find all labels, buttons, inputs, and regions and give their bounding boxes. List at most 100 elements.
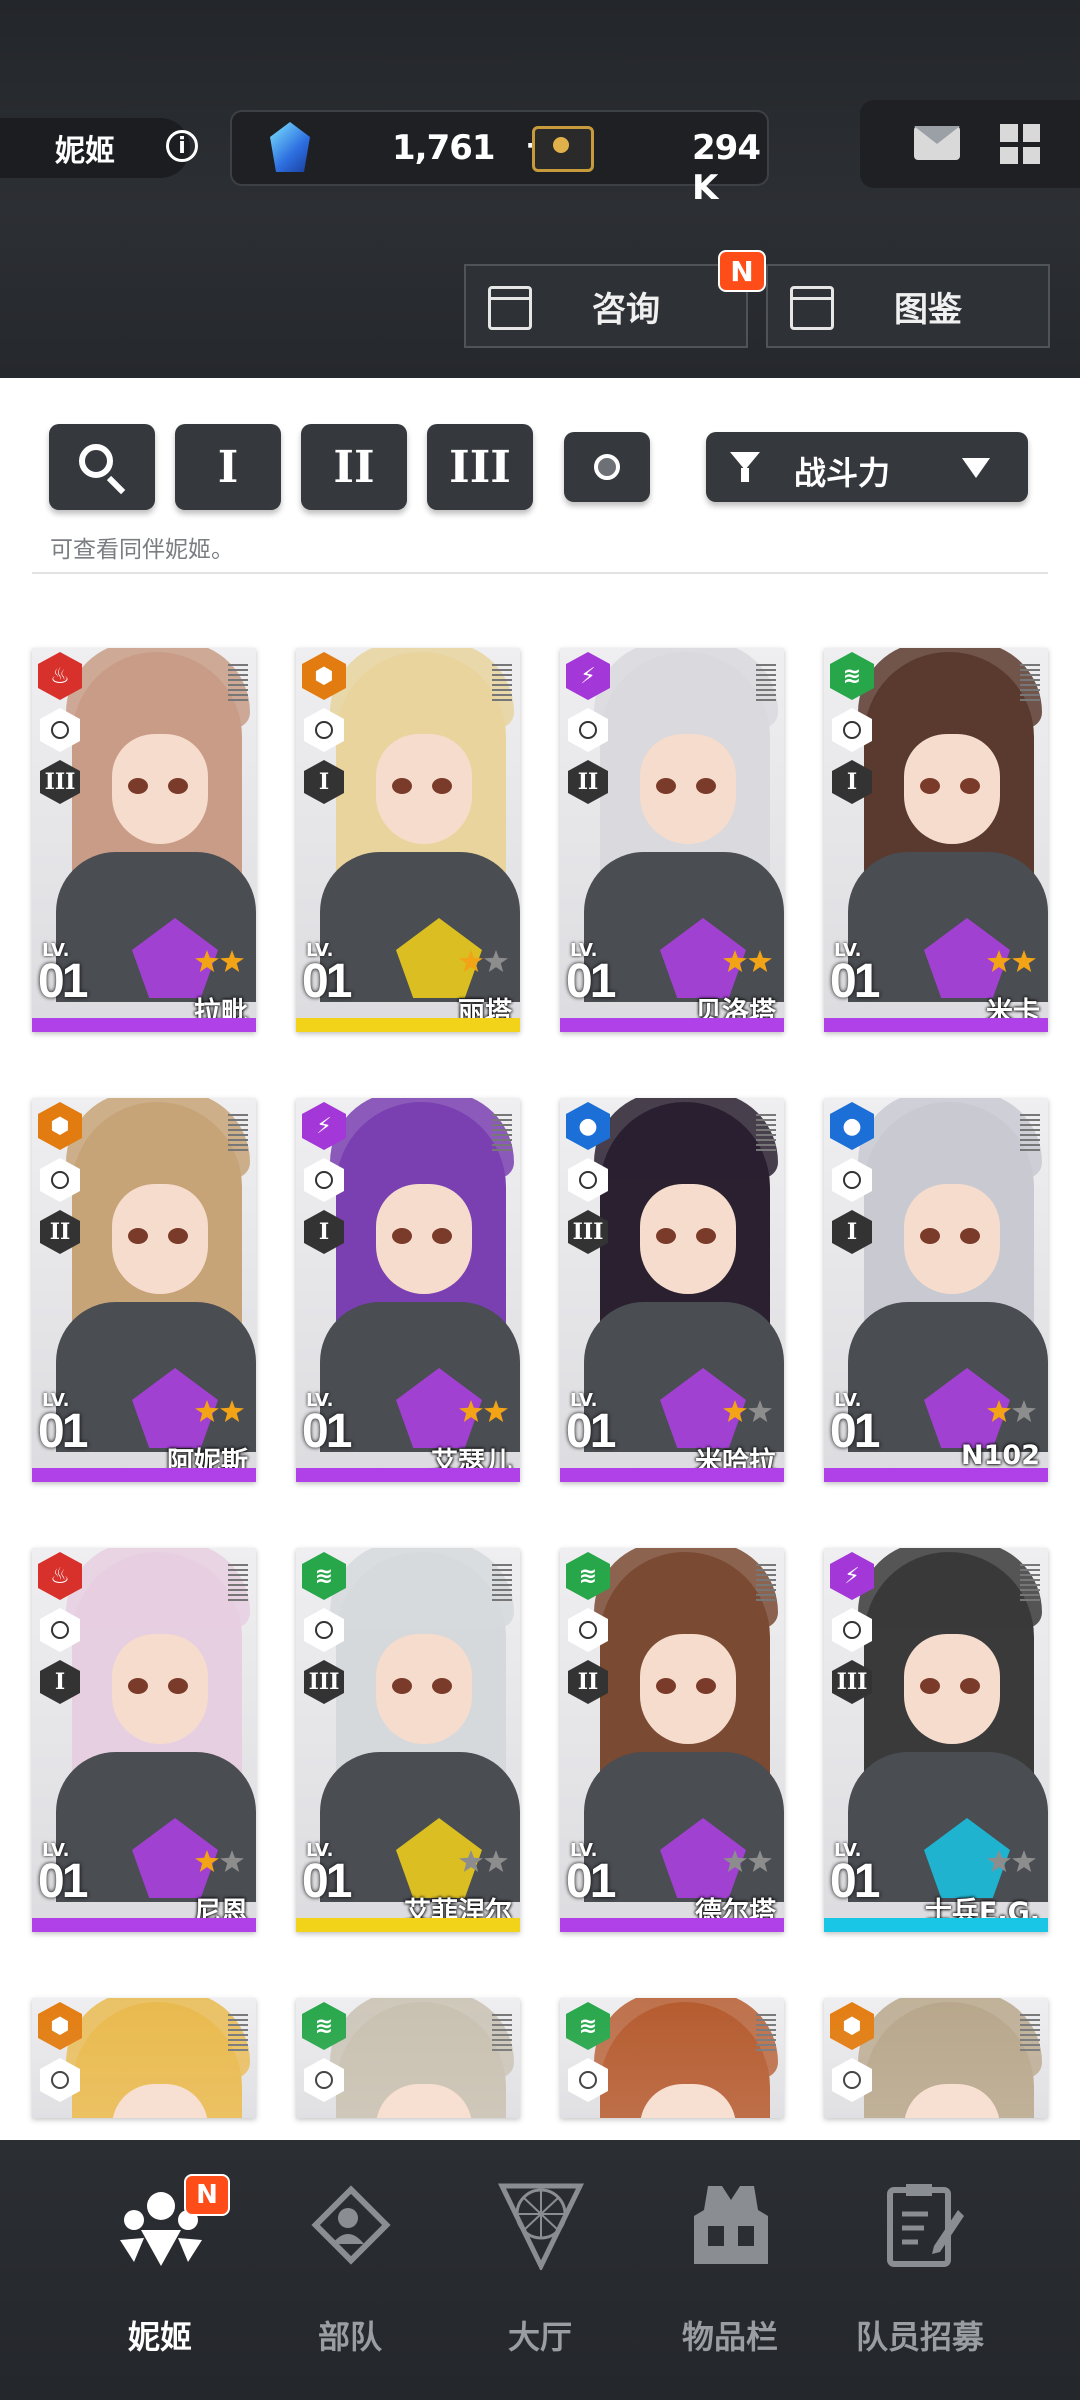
burst-filter-1[interactable]: I [175, 424, 281, 510]
nav-inventory[interactable]: 物品栏 [630, 2140, 830, 2400]
barcode-decoration [492, 1564, 512, 1604]
star-icon [459, 1850, 483, 1872]
star-icon [484, 950, 508, 972]
star-rating [459, 1400, 508, 1422]
search-button[interactable] [49, 424, 155, 510]
all-filter-button[interactable] [564, 432, 650, 502]
squad-icon [311, 2185, 391, 2265]
barcode-decoration [756, 1564, 776, 1604]
level-value: 01 [302, 955, 352, 1008]
info-icon[interactable]: i [166, 130, 198, 162]
star-icon [748, 1850, 772, 1872]
nav-nikke-label: 妮姬 [127, 2318, 192, 2356]
nav-new-badge: N [184, 2174, 230, 2216]
barcode-decoration [756, 1114, 776, 1154]
nikke-tab[interactable]: 妮姬 i [0, 118, 198, 178]
rarity-bar [824, 1918, 1048, 1932]
nikke-card[interactable]: ⚡ I LV. 01 艾瑟儿 [296, 1098, 520, 1482]
rarity-bar [560, 1468, 784, 1482]
level-value: 01 [566, 1855, 616, 1908]
burst-filter-3[interactable]: III [427, 424, 533, 510]
nav-squad[interactable]: 部队 [250, 2140, 450, 2400]
burst-filter-2[interactable]: II [301, 424, 407, 510]
nikke-card[interactable]: ♨ III LV. 01 拉毗 [32, 648, 256, 1032]
rarity-bar [296, 1468, 520, 1482]
nikke-card[interactable]: ≋ II LV. 01 德尔塔 [560, 1548, 784, 1932]
star-rating [987, 1850, 1036, 1872]
star-icon [220, 950, 244, 972]
barcode-decoration [492, 2014, 512, 2054]
nikke-card[interactable]: ⬢ [32, 1998, 256, 2118]
codex-button[interactable]: 图鉴 [766, 264, 1050, 348]
chevron-down-icon [962, 458, 990, 478]
barcode-decoration [756, 664, 776, 704]
rarity-bar [32, 1918, 256, 1932]
star-rating [723, 1850, 772, 1872]
level-value: 01 [830, 955, 880, 1008]
credit-count: 294 K [692, 128, 761, 208]
barcode-decoration [756, 2014, 776, 2054]
mail-flap [914, 126, 960, 144]
star-icon [987, 1400, 1011, 1422]
character-portrait [320, 1998, 520, 2118]
level-value: 01 [566, 1405, 616, 1458]
sort-label: 战斗力 [794, 454, 891, 492]
gem-icon [270, 122, 310, 172]
nikke-card[interactable]: ⬢ II LV. 01 阿妮斯 [32, 1098, 256, 1482]
menu-grid-icon[interactable] [1000, 124, 1040, 164]
character-portrait [584, 1998, 784, 2118]
star-icon [484, 1400, 508, 1422]
nikke-card[interactable]: ● I LV. 01 N102 [824, 1098, 1048, 1482]
nikke-card[interactable]: ⚡ II LV. 01 贝洛塔 [560, 648, 784, 1032]
level-value: 01 [302, 1855, 352, 1908]
barcode-decoration [492, 664, 512, 704]
nav-recruit[interactable]: 队员招募 [820, 2140, 1020, 2400]
nikke-card[interactable]: ≋ I LV. 01 米卡 [824, 648, 1048, 1032]
nikke-card[interactable]: ≋ [296, 1998, 520, 2118]
star-rating [195, 1400, 244, 1422]
star-rating [195, 950, 244, 972]
rarity-bar [560, 1918, 784, 1932]
sort-dropdown[interactable]: 战斗力 [706, 432, 1028, 502]
star-icon [748, 1400, 772, 1422]
barcode-decoration [228, 1114, 248, 1154]
star-icon [1012, 1850, 1036, 1872]
inventory-vest-icon [694, 2186, 768, 2264]
barcode-decoration [1020, 664, 1040, 704]
nav-squad-label: 部队 [317, 2318, 382, 2356]
star-icon [459, 1400, 483, 1422]
nikke-card[interactable]: ⬢ [824, 1998, 1048, 2118]
nav-lobby[interactable]: 大厅 [440, 2140, 640, 2400]
barcode-decoration [228, 664, 248, 704]
rarity-bar [296, 1918, 520, 1932]
nikke-card[interactable]: ♨ I LV. 01 尼恩 [32, 1548, 256, 1932]
nikke-card[interactable]: ≋ [560, 1998, 784, 2118]
nikke-tab-label: 妮姬 [55, 134, 115, 169]
nav-inventory-label: 物品栏 [681, 2318, 778, 2356]
nikke-card[interactable]: ≋ III LV. 01 艾菲涅尔 [296, 1548, 520, 1932]
nikke-card[interactable]: ● III LV. 01 米哈拉 [560, 1098, 784, 1482]
level-value: 01 [566, 955, 616, 1008]
codex-label: 图鉴 [894, 289, 962, 330]
barcode-decoration [1020, 1114, 1040, 1154]
consult-button[interactable]: 咨询 [464, 264, 748, 348]
rarity-bar [32, 1468, 256, 1482]
star-rating [459, 1850, 508, 1872]
star-icon [484, 1850, 508, 1872]
star-icon [195, 1400, 219, 1422]
level-value: 01 [38, 955, 88, 1008]
barcode-decoration [1020, 2014, 1040, 2054]
nav-recruit-label: 队员招募 [855, 2318, 984, 2356]
star-rating [987, 950, 1036, 972]
nav-nikke[interactable]: 妮姬 [60, 2136, 270, 2400]
barcode-decoration [492, 1114, 512, 1154]
star-icon [748, 950, 772, 972]
nikke-card[interactable]: ⚡ III LV. 01 士兵E.G. [824, 1548, 1048, 1932]
star-icon [723, 1400, 747, 1422]
rarity-bar [296, 1018, 520, 1032]
level-value: 01 [302, 1405, 352, 1458]
circle-icon [594, 454, 620, 480]
level-value: 01 [830, 1405, 880, 1458]
search-icon [79, 444, 113, 478]
nikke-card[interactable]: ⬢ I LV. 01 丽塔 [296, 648, 520, 1032]
